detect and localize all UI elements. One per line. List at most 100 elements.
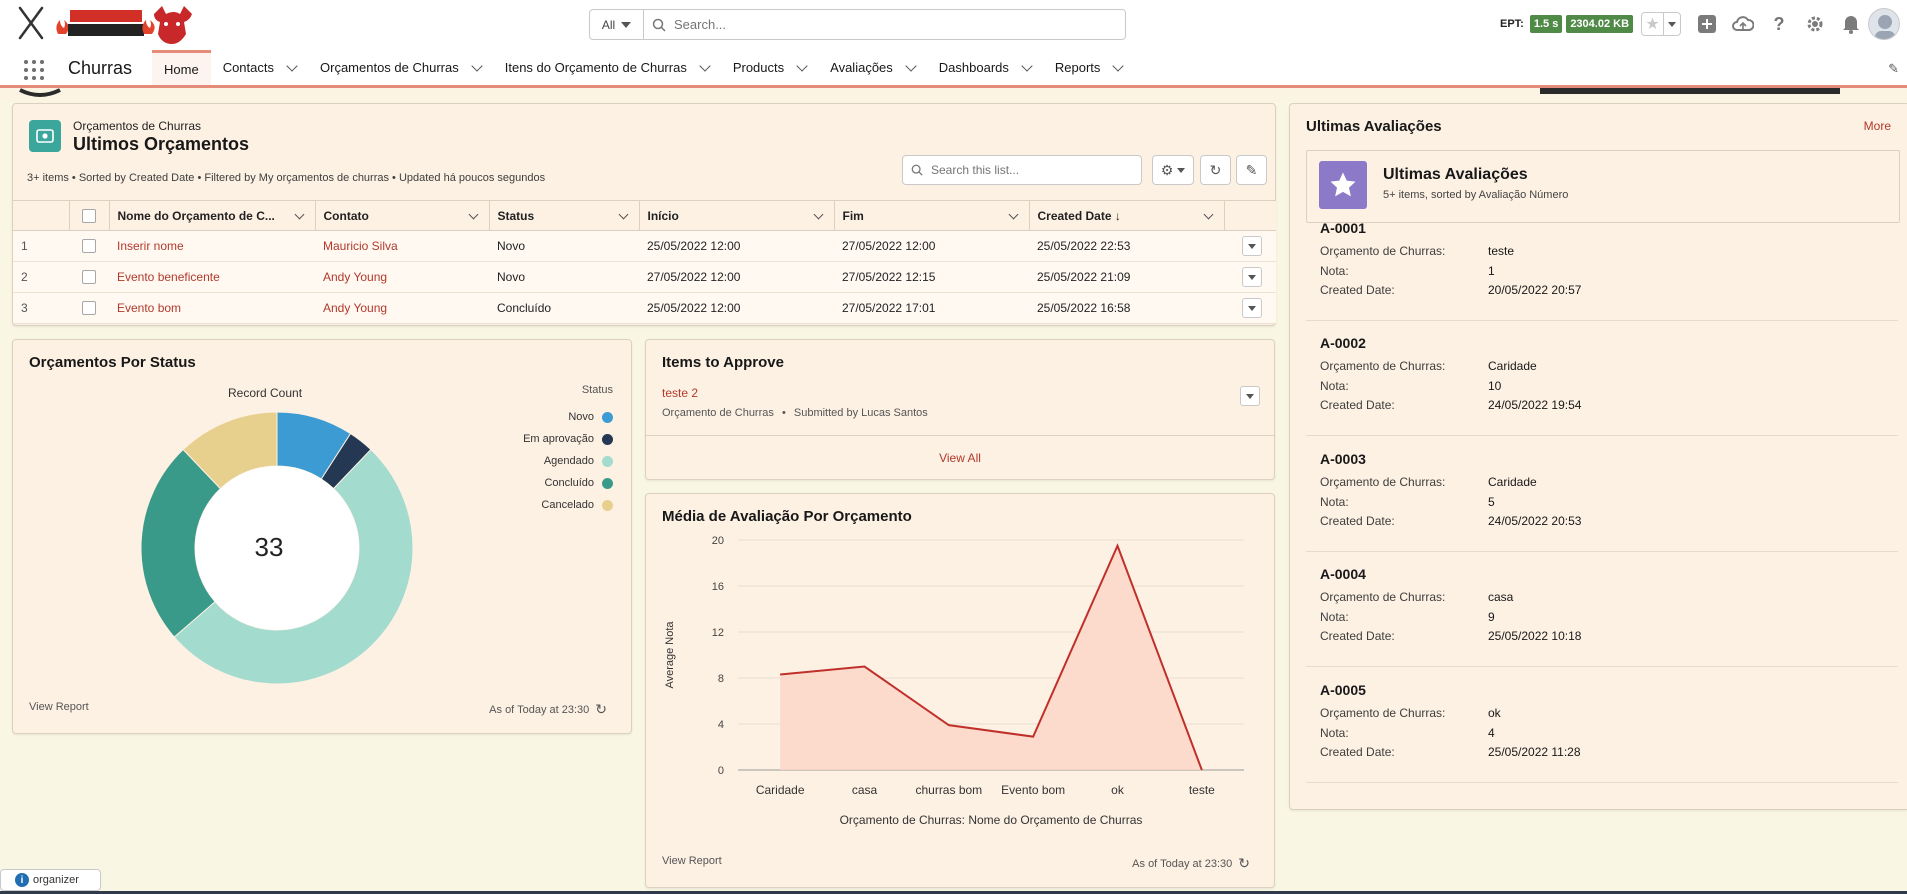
chevron-down-icon[interactable]: [796, 59, 808, 72]
nav-item-label: Avaliações: [830, 60, 893, 75]
nav-item-label: Home: [164, 61, 199, 77]
nav-item-products[interactable]: Products: [721, 50, 818, 85]
organizer-extension-button[interactable]: i organizer: [0, 869, 101, 891]
data-point[interactable]: [1199, 767, 1205, 773]
chevron-down-icon[interactable]: [813, 209, 823, 220]
list-search-box: [902, 155, 1142, 185]
column-header-contato[interactable]: Contato: [314, 200, 489, 231]
nav-item-reports[interactable]: Reports: [1043, 50, 1135, 85]
global-actions-plus-icon[interactable]: [1693, 10, 1721, 38]
chevron-down-icon[interactable]: [1008, 209, 1018, 220]
chevron-down-icon[interactable]: [1021, 59, 1033, 72]
legend-item[interactable]: Cancelado: [483, 494, 613, 516]
select-all-checkbox[interactable]: [82, 208, 96, 223]
help-question-icon[interactable]: ?: [1765, 10, 1793, 38]
trailhead-cloud-icon[interactable]: [1729, 10, 1757, 38]
chevron-down-icon[interactable]: [699, 59, 711, 72]
app-launcher-icon[interactable]: [24, 60, 44, 80]
refresh-icon[interactable]: ↻: [1200, 155, 1231, 185]
global-search-input[interactable]: [674, 17, 1125, 32]
nav-item-home[interactable]: Home: [152, 50, 211, 85]
nav-item-orcamentos[interactable]: Orçamentos de Churras: [308, 50, 493, 85]
legend-item[interactable]: Agendado: [483, 450, 613, 472]
churras-everymind-logo[interactable]: [16, 4, 211, 46]
favorite-star-icon[interactable]: ★: [1642, 13, 1665, 35]
column-header-created-date[interactable]: Created Date ↓: [1028, 200, 1224, 231]
approval-item-actions-dropdown[interactable]: [1240, 386, 1260, 406]
view-report-link[interactable]: View Report: [662, 855, 722, 867]
data-point[interactable]: [1115, 543, 1121, 549]
column-header-inicio[interactable]: Início: [638, 200, 834, 231]
approval-item-link[interactable]: teste 2: [662, 386, 698, 400]
setup-gear-icon[interactable]: [1801, 10, 1829, 38]
row-actions-dropdown[interactable]: [1242, 236, 1262, 256]
chevron-down-icon[interactable]: [286, 59, 298, 72]
chevron-down-icon[interactable]: [468, 209, 478, 220]
contact-link[interactable]: Andy Young: [323, 301, 387, 315]
cell-inicio: 27/05/2022 12:00: [639, 261, 834, 293]
column-label: Status: [497, 208, 535, 223]
column-header-nome[interactable]: Nome do Orçamento de C...: [108, 200, 315, 231]
x-axis-label: Orçamento de Churras: Nome do Orçamento …: [840, 813, 1143, 827]
refresh-icon[interactable]: ↻: [1238, 855, 1250, 872]
data-point[interactable]: [946, 722, 952, 728]
chevron-down-icon[interactable]: [1112, 59, 1125, 72]
notifications-bell-icon[interactable]: [1837, 10, 1865, 38]
row-number: 1: [13, 230, 69, 262]
list-view-title[interactable]: Ultimos Orçamentos: [73, 134, 249, 155]
chevron-down-icon[interactable]: [294, 209, 304, 220]
nav-item-label: Contacts: [222, 60, 274, 75]
list-search-input[interactable]: [931, 163, 1121, 177]
user-avatar[interactable]: [1868, 8, 1900, 40]
chevron-down-icon[interactable]: [618, 209, 628, 220]
column-header-status[interactable]: Status: [488, 200, 639, 231]
search-scope-select[interactable]: All: [590, 10, 644, 39]
chevron-down-icon[interactable]: [1203, 209, 1213, 220]
avaliacao-record-link[interactable]: A-0002: [1320, 335, 1780, 351]
nav-item-contacts[interactable]: Contacts: [211, 50, 308, 85]
favorites-dropdown-button[interactable]: [1664, 13, 1680, 35]
y-tick-label: 8: [718, 673, 724, 685]
row-checkbox[interactable]: [82, 239, 96, 254]
row-checkbox[interactable]: [82, 270, 96, 285]
row-checkbox[interactable]: [82, 301, 96, 316]
row-actions-dropdown[interactable]: [1242, 298, 1262, 318]
view-report-link[interactable]: View Report: [29, 701, 89, 713]
record-link[interactable]: Inserir nome: [117, 239, 184, 253]
record-link[interactable]: Evento beneficente: [117, 270, 220, 284]
nav-item-avaliacoes[interactable]: Avaliações: [818, 50, 927, 85]
table-header-row: Nome do Orçamento de C... Contato Status…: [13, 200, 1276, 231]
legend-item[interactable]: Novo: [483, 406, 613, 428]
more-link[interactable]: More: [1864, 119, 1891, 133]
data-point[interactable]: [862, 664, 868, 670]
contact-link[interactable]: Andy Young: [323, 270, 387, 284]
y-tick-label: 4: [718, 719, 724, 731]
field-value: 25/05/2022 11:28: [1488, 745, 1581, 759]
chevron-down-icon[interactable]: [905, 59, 917, 72]
record-link[interactable]: Evento bom: [117, 301, 181, 315]
nav-item-itens-orcamento[interactable]: Itens do Orçamento de Churras: [493, 50, 721, 85]
edit-nav-pencil-icon[interactable]: ✎: [1888, 61, 1899, 77]
divider: [646, 435, 1274, 436]
chevron-down-icon[interactable]: [471, 59, 483, 72]
avaliacao-record-link[interactable]: A-0005: [1320, 682, 1780, 698]
avaliacao-record-link[interactable]: A-0001: [1320, 220, 1780, 236]
legend-item[interactable]: Concluído: [483, 472, 613, 494]
legend-label: Cancelado: [541, 499, 594, 511]
list-title[interactable]: Ultimas Avaliações: [1383, 166, 1528, 184]
avaliacao-record-link[interactable]: A-0003: [1320, 451, 1780, 467]
column-header-fim[interactable]: Fim: [833, 200, 1029, 231]
avaliacao-list-item: A-0005 Orçamento de Churras: ok Nota: 4 Creat…: [1320, 682, 1780, 765]
refresh-icon[interactable]: ↻: [595, 701, 607, 718]
field-row: Nota: 1: [1320, 264, 1780, 284]
nav-item-dashboards[interactable]: Dashboards: [927, 50, 1043, 85]
legend-item[interactable]: Em aprovação: [483, 428, 613, 450]
data-point[interactable]: [777, 672, 783, 678]
contact-link[interactable]: Mauricio Silva: [323, 239, 398, 253]
avaliacao-record-link[interactable]: A-0004: [1320, 566, 1780, 582]
inline-edit-pencil-icon[interactable]: ✎: [1236, 155, 1267, 185]
view-all-link[interactable]: View All: [646, 451, 1274, 465]
row-actions-dropdown[interactable]: [1242, 267, 1262, 287]
data-point[interactable]: [1030, 734, 1036, 740]
list-settings-gear-button[interactable]: ⚙: [1152, 155, 1194, 185]
